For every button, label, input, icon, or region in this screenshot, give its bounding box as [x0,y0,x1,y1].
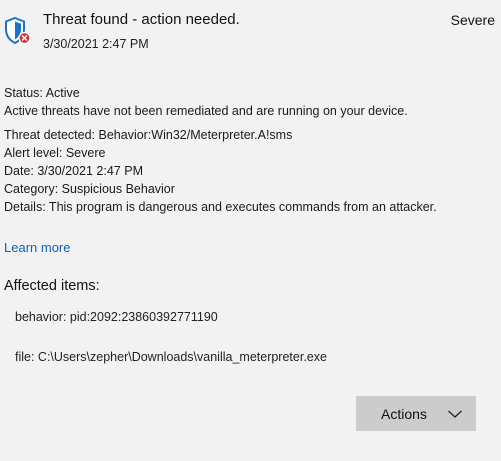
status-description: Active threats have not been remediated … [4,104,408,118]
actions-button-label: Actions [381,405,427,422]
affected-item-file: file: C:\Users\zepher\Downloads\vanilla_… [15,350,327,364]
threat-header: Threat found - action needed. 3/30/2021 … [0,0,501,60]
learn-more-link[interactable]: Learn more [4,240,70,255]
date-line: Date: 3/30/2021 2:47 PM [4,164,143,178]
details-section: Threat detected: Behavior:Win32/Meterpre… [4,126,494,216]
threat-detected-line: Threat detected: Behavior:Win32/Meterpre… [4,128,293,142]
chevron-down-icon [447,407,463,419]
threat-body: Status: Active Active threats have not b… [4,84,494,222]
status-value: Active [45,86,80,100]
shield-error-icon [4,16,32,46]
threat-details-page: Threat found - action needed. 3/30/2021 … [0,0,501,461]
status-section: Status: Active Active threats have not b… [4,84,494,120]
status-line: Status: Active [4,84,494,102]
category-line: Category: Suspicious Behavior [4,182,175,196]
actions-button[interactable]: Actions [356,396,476,431]
severity-label: Severe [450,12,495,28]
details-line: Details: This program is dangerous and e… [4,200,437,214]
alert-level-line: Alert level: Severe [4,146,106,160]
affected-item-behavior: behavior: pid:2092:23860392771190 [15,310,218,324]
threat-timestamp: 3/30/2021 2:47 PM [43,37,149,51]
affected-items-heading: Affected items: [4,278,100,294]
status-label: Status: [4,86,43,100]
threat-title: Threat found - action needed. [43,11,240,28]
